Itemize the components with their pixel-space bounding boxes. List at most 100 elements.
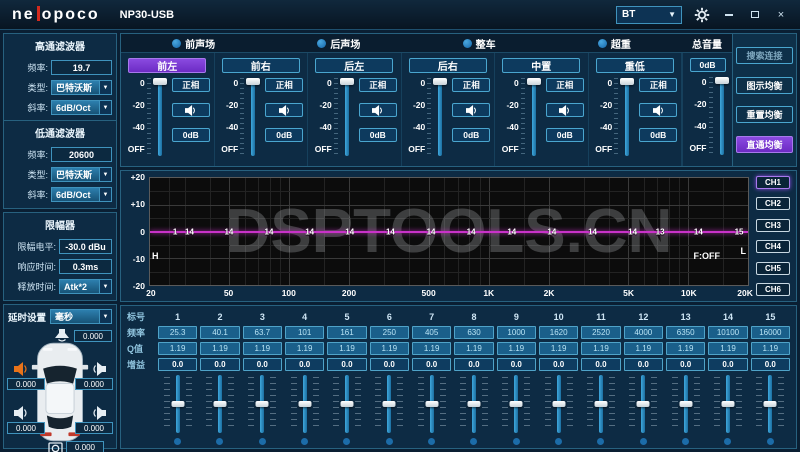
limiter-level-input[interactable]: -30.0 dBu [59,239,112,254]
hpf-slope-select[interactable]: 6dB/Oct ▼ [51,100,112,115]
eq-band-marker[interactable]: 14 [694,227,703,236]
slider-handle[interactable] [298,401,312,407]
eq-band-marker[interactable]: 14 [386,227,395,236]
band-freq-value[interactable]: 2520 [581,326,621,339]
slider-handle[interactable] [255,401,269,407]
band-gain-value[interactable]: 0.0 [496,358,536,371]
eq-band-marker[interactable]: 14 [427,227,436,236]
close-button[interactable]: × [774,9,788,21]
band-q-value[interactable]: 1.19 [369,342,409,355]
band-freq-value[interactable]: 1000 [496,326,536,339]
phase-button[interactable]: 正相 [545,78,584,92]
gain-button[interactable]: 0dB [265,128,304,142]
band-q-value[interactable]: 1.19 [284,342,325,355]
rear-left-speaker-icon[interactable] [13,406,29,420]
delay-unit-select[interactable]: 毫秒 ▼ [50,309,112,324]
band-q-value[interactable]: 1.19 [454,342,494,355]
gain-button[interactable]: 0dB [171,128,210,142]
band-gain-slider[interactable] [459,375,489,433]
fader-handle[interactable] [620,78,635,85]
band-gain-value[interactable]: 0.0 [454,358,494,371]
eq-plot[interactable]: DSPTOOLS.CN H L F:OFF 1 14 14 14 14 14 14 14 14 1… [149,177,749,286]
band-gain-slider[interactable] [290,375,320,433]
band-gain-slider[interactable] [544,375,574,433]
subwoofer-icon[interactable] [48,441,64,452]
band-gain-slider[interactable] [671,375,701,433]
band-gain-value[interactable]: 0.0 [411,358,452,371]
channel-fader[interactable] [339,78,354,158]
band-gain-slider[interactable] [501,375,531,433]
slider-handle[interactable] [763,401,777,407]
band-gain-slider[interactable] [586,375,616,433]
band-freq-value[interactable]: 161 [327,326,367,339]
eq-channel-button-CH1[interactable]: CH1 [756,176,790,189]
band-gain-slider[interactable] [417,375,447,433]
band-gain-slider[interactable] [374,375,404,433]
band-freq-value[interactable]: 101 [284,326,325,339]
soundfield-radio-前声场[interactable]: 前声场 [172,36,215,51]
slider-handle[interactable] [721,401,735,407]
eq-band-marker[interactable]: 14 [305,227,314,236]
band-q-value[interactable]: 1.19 [411,342,452,355]
eq-band-marker[interactable]: 14 [185,227,194,236]
band-freq-value[interactable]: 6350 [665,326,706,339]
band-gain-slider[interactable] [713,375,743,433]
hpf-type-select[interactable]: 巴特沃斯 ▼ [51,80,112,95]
soundfield-radio-整车[interactable]: 整车 [462,36,496,51]
eq-band-marker[interactable]: 14 [224,227,233,236]
delay-value-front-center[interactable]: 0.000 [74,330,112,342]
fader-handle[interactable] [152,78,167,85]
band-gain-value[interactable]: 0.0 [284,358,325,371]
band-freq-value[interactable]: 630 [454,326,494,339]
band-gain-slider[interactable] [332,375,362,433]
eq-band-marker[interactable]: 14 [547,227,556,236]
limiter-attack-input[interactable]: 0.3ms [59,259,112,274]
channel-select-button[interactable]: 后左 [315,58,394,73]
action-button-直通均衡[interactable]: 直通均衡 [736,136,793,154]
mute-button[interactable] [452,103,491,117]
eq-band-marker[interactable]: 14 [507,227,516,236]
band-gain-slider[interactable] [205,375,235,433]
delay-value-front-right[interactable]: 0.000 [75,378,113,390]
slider-handle[interactable] [467,401,481,407]
channel-select-button[interactable]: 重低 [595,58,674,73]
band-freq-value[interactable]: 405 [411,326,452,339]
band-q-value[interactable]: 1.19 [327,342,367,355]
mute-button[interactable] [545,103,584,117]
band-freq-value[interactable]: 63.7 [242,326,282,339]
eq-band-marker[interactable]: 15 [735,227,744,236]
channel-select-button[interactable]: 前左 [128,58,207,73]
delay-value-front-left[interactable]: 0.000 [7,378,45,390]
phase-button[interactable]: 正相 [452,78,491,92]
slider-handle[interactable] [382,401,396,407]
eq-band-marker[interactable]: 13 [656,227,665,236]
phase-button[interactable]: 正相 [171,78,210,92]
channel-fader[interactable] [620,78,635,158]
channel-fader[interactable] [152,78,167,158]
fader-handle[interactable] [246,78,261,85]
band-gain-value[interactable]: 0.0 [327,358,367,371]
lpf-freq-input[interactable]: 20600 [51,147,112,162]
channel-fader[interactable] [526,78,541,158]
lpf-edge-marker[interactable]: L [741,246,747,256]
band-gain-value[interactable]: 0.0 [581,358,621,371]
fader-handle[interactable] [433,78,448,85]
slider-handle[interactable] [594,401,608,407]
band-q-value[interactable]: 1.19 [665,342,706,355]
band-freq-value[interactable]: 1620 [538,326,579,339]
eq-band-marker[interactable]: 14 [588,227,597,236]
band-gain-value[interactable]: 0.0 [158,358,198,371]
hpf-edge-marker[interactable]: H [152,251,159,261]
eq-band-marker[interactable]: 14 [628,227,637,236]
slider-handle[interactable] [509,401,523,407]
band-gain-value[interactable]: 0.0 [665,358,706,371]
soundfield-radio-后声场[interactable]: 后声场 [317,36,360,51]
delay-value-rear-right[interactable]: 0.000 [75,422,113,434]
band-gain-slider[interactable] [628,375,658,433]
action-button-重置均衡[interactable]: 重置均衡 [736,106,793,124]
gain-button[interactable]: 0dB [358,128,397,142]
channel-fader[interactable] [246,78,261,158]
maximize-button[interactable] [748,9,762,21]
band-gain-value[interactable]: 0.0 [369,358,409,371]
band-q-value[interactable]: 1.19 [708,342,748,355]
